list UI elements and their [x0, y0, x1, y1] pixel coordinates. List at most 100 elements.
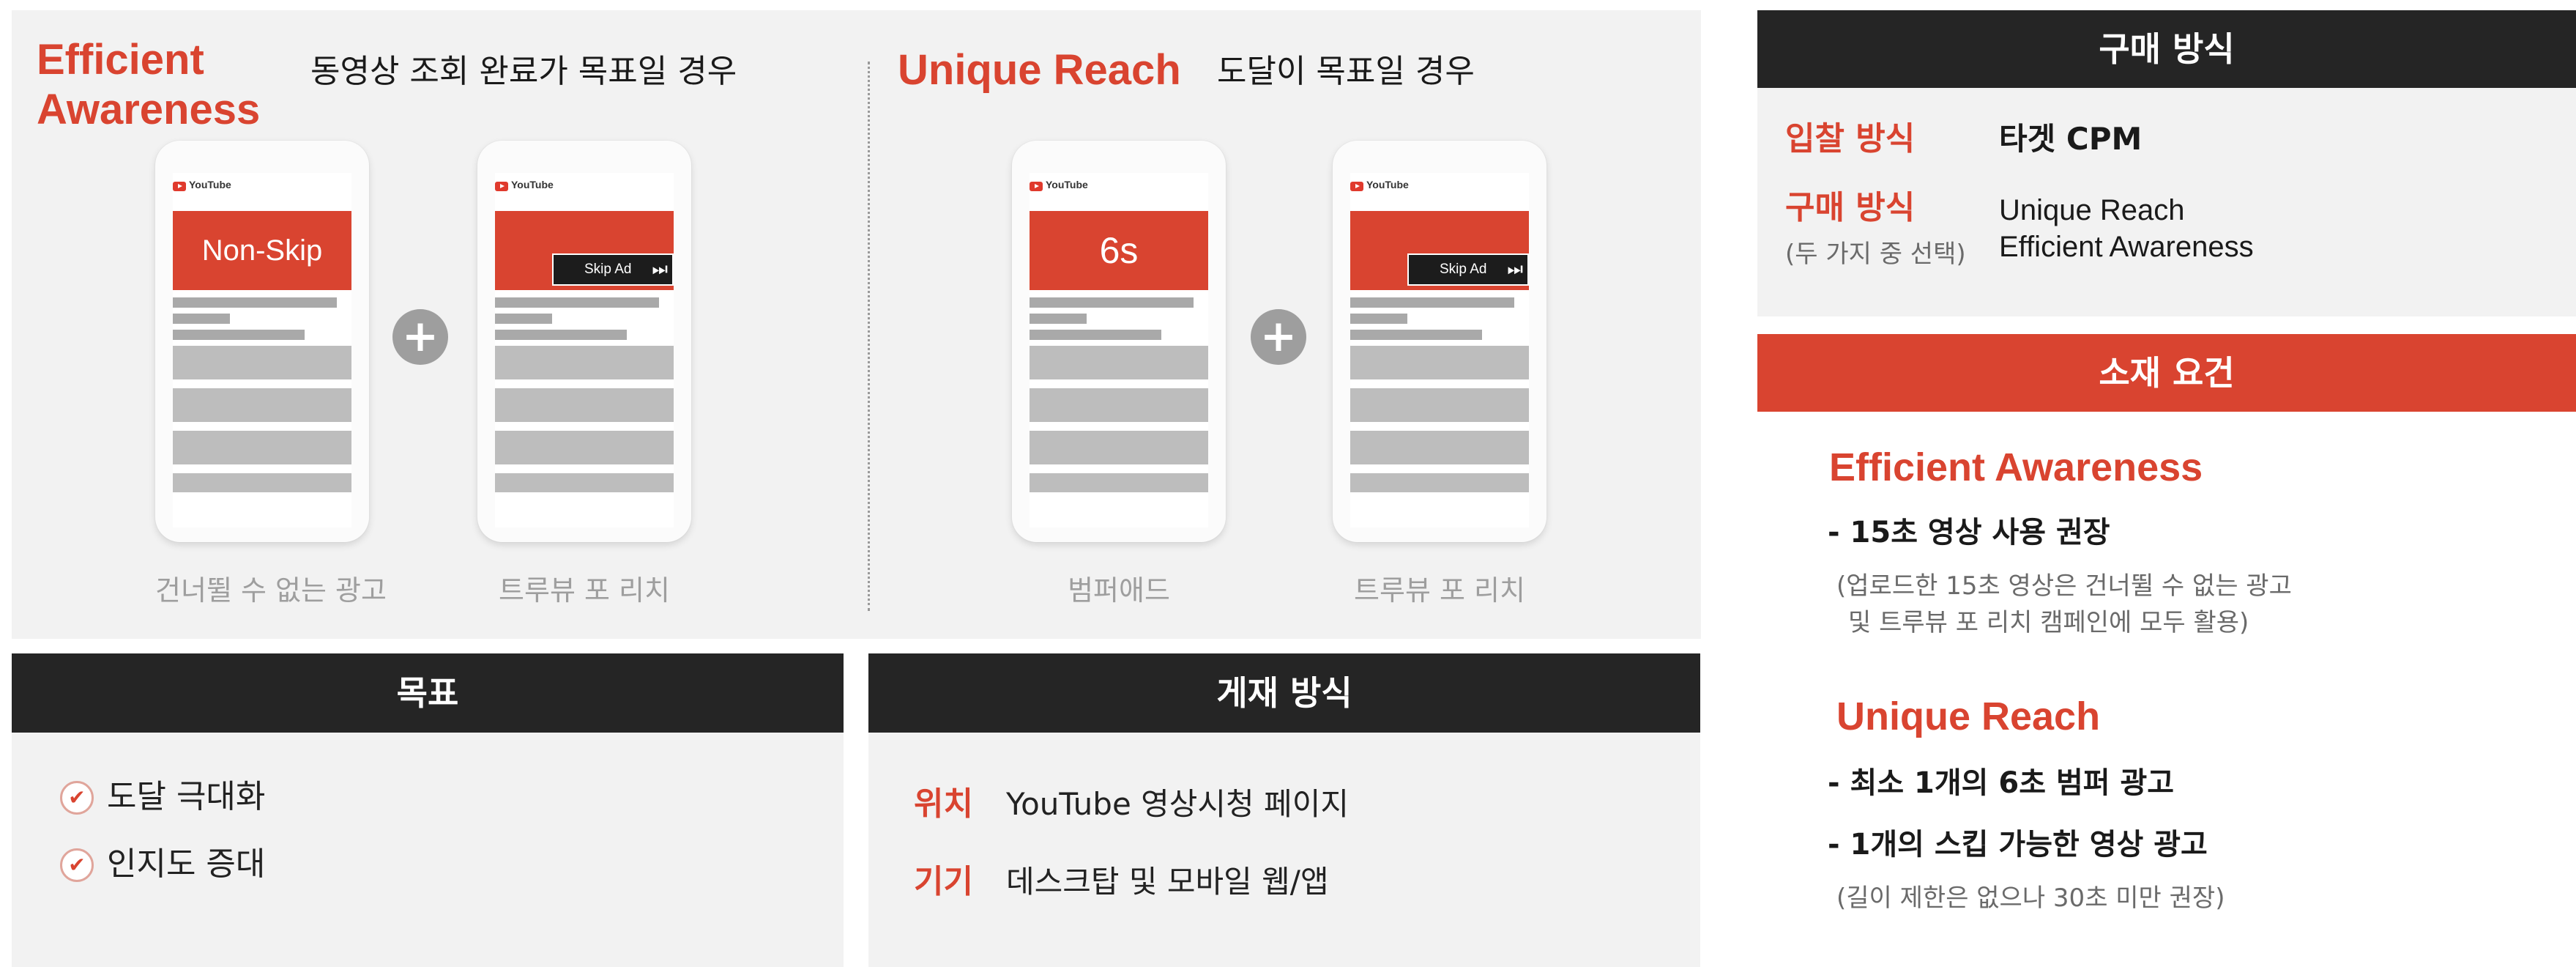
requirements-panel: Efficient Awareness - 15초 영상 사용 권장 (업로드한…: [1757, 412, 2576, 967]
content-block-placeholder: [495, 473, 674, 492]
check-circle-icon: ✔: [60, 848, 94, 882]
efficient-subtitle: 동영상 조회 완료가 목표일 경우: [310, 53, 737, 90]
unique-reach-subtitle: 도달이 목표일 경우: [1217, 53, 1475, 90]
goal-item-reach: 도달 극대화: [107, 778, 266, 815]
text-line-placeholder: [173, 314, 230, 324]
content-block-placeholder: [173, 346, 351, 379]
phone-screen: YouTube Non-Skip: [173, 173, 351, 527]
skip-ad-button: Skip Ad ⏭: [552, 253, 674, 286]
buy-option-efficient-awareness: Efficient Awareness: [1999, 231, 2254, 263]
req-unique-item-bumper: - 최소 1개의 6초 범퍼 광고: [1828, 766, 2175, 800]
text-line-placeholder: [1350, 314, 1407, 324]
phone-mockup-trueview-for-reach: YouTube Skip Ad ⏭: [1333, 141, 1546, 542]
content-block-placeholder: [1030, 473, 1208, 492]
video-player: Skip Ad ⏭: [495, 211, 674, 290]
youtube-logo-icon: [1030, 182, 1043, 191]
text-line-placeholder: [173, 297, 337, 308]
content-block-placeholder: [1350, 431, 1529, 464]
text-line-placeholder: [1350, 297, 1514, 308]
phone-mockup-trueview-for-reach: YouTube Skip Ad ⏭: [477, 141, 691, 542]
efficient-awareness-title: Efficient Awareness: [37, 35, 260, 135]
req-efficient-item: - 15초 영상 사용 권장: [1828, 516, 2110, 549]
text-line-placeholder: [495, 330, 627, 340]
buy-option-unique-reach: Unique Reach: [1999, 194, 2185, 226]
content-block-placeholder: [1350, 346, 1529, 379]
skip-ad-button: Skip Ad ⏭: [1407, 253, 1529, 286]
req-unique-item-skippable: - 1개의 스킵 가능한 영상 광고: [1828, 828, 2208, 862]
requirements-header: 소재 요건: [1757, 334, 2576, 412]
youtube-wordmark: YouTube: [189, 179, 231, 190]
efficient-title-line2: Awareness: [37, 86, 261, 133]
video-player: Non-Skip: [173, 211, 351, 290]
req-efficient-note-line2: 및 트루뷰 포 리치 캠페인에 모두 활용): [1848, 608, 2249, 637]
req-unique-title: Unique Reach: [1836, 694, 2101, 738]
video-player: Skip Ad ⏭: [1350, 211, 1529, 290]
skip-ad-label: Skip Ad: [584, 262, 632, 277]
text-line-placeholder: [1030, 314, 1087, 324]
text-line-placeholder: [1030, 330, 1161, 340]
youtube-wordmark: YouTube: [511, 179, 554, 190]
goal-panel: ✔ 도달 극대화 ✔ 인지도 증대: [12, 733, 844, 967]
plus-icon: +: [1251, 309, 1306, 365]
placement-location-value: YouTube 영상시청 페이지: [1006, 786, 1349, 822]
non-skip-label: Non-Skip: [201, 234, 323, 267]
phone-screen: YouTube 6s: [1030, 173, 1208, 527]
content-block-placeholder: [495, 431, 674, 464]
placement-device-value: 데스크탑 및 모바일 웹/앱: [1006, 864, 1329, 900]
content-block-placeholder: [1350, 473, 1529, 492]
placement-panel: 위치 YouTube 영상시청 페이지 기기 데스크탑 및 모바일 웹/앱: [868, 733, 1700, 967]
skip-ad-label: Skip Ad: [1440, 262, 1487, 277]
req-efficient-note-line1: (업로드한 15초 영상은 건너뛸 수 없는 광고: [1836, 571, 2292, 601]
six-second-label: 6s: [1099, 230, 1139, 271]
youtube-wordmark: YouTube: [1366, 179, 1409, 190]
video-player: 6s: [1030, 211, 1208, 290]
content-block-placeholder: [1350, 388, 1529, 422]
text-line-placeholder: [1350, 330, 1482, 340]
text-line-placeholder: [1030, 297, 1194, 308]
plus-icon: +: [392, 309, 448, 365]
text-line-placeholder: [173, 330, 305, 340]
caption-trueview-for-reach-2: 트루뷰 포 리치: [1354, 574, 1525, 607]
bid-method-value: 타겟 CPM: [1999, 121, 2143, 157]
placement-location-label: 위치: [914, 785, 973, 823]
goal-header: 목표: [12, 653, 844, 733]
req-unique-note: (길이 제한은 없으나 30초 미만 권장): [1836, 883, 2225, 913]
content-block-placeholder: [495, 388, 674, 422]
phone-mockup-bumper-ad: YouTube 6s: [1012, 141, 1226, 542]
bid-method-label: 입찰 방식: [1785, 120, 1916, 158]
caption-trueview-for-reach-1: 트루뷰 포 리치: [499, 574, 670, 607]
content-block-placeholder: [1030, 388, 1208, 422]
goal-item-awareness: 인지도 증대: [107, 845, 266, 883]
purchase-panel: 입찰 방식 타겟 CPM 구매 방식 (두 가지 중 선택) Unique Re…: [1757, 88, 2576, 316]
efficient-title-line1: Efficient: [37, 36, 204, 84]
phone-screen: YouTube Skip Ad ⏭: [495, 173, 674, 527]
skip-next-icon: ⏭: [652, 259, 668, 279]
youtube-logo-icon: [1350, 182, 1363, 191]
ad-format-comparison-panel: Efficient Awareness 동영상 조회 완료가 목표일 경우 Yo…: [12, 10, 1701, 639]
youtube-logo-icon: [173, 182, 186, 191]
content-block-placeholder: [1030, 431, 1208, 464]
content-block-placeholder: [173, 431, 351, 464]
text-line-placeholder: [495, 314, 552, 324]
unique-reach-title: Unique Reach: [898, 46, 1181, 94]
check-circle-icon: ✔: [60, 781, 94, 815]
content-block-placeholder: [173, 388, 351, 422]
buy-method-note: (두 가지 중 선택): [1785, 240, 1966, 269]
content-block-placeholder: [173, 473, 351, 492]
content-block-placeholder: [495, 346, 674, 379]
content-block-placeholder: [1030, 346, 1208, 379]
buy-method-label: 구매 방식: [1785, 189, 1916, 226]
youtube-wordmark: YouTube: [1046, 179, 1088, 190]
phone-screen: YouTube Skip Ad ⏭: [1350, 173, 1529, 527]
placement-header: 게재 방식: [868, 653, 1700, 733]
section-divider: [868, 62, 870, 611]
purchase-header: 구매 방식: [1757, 10, 2576, 88]
skip-next-icon: ⏭: [1507, 259, 1523, 279]
text-line-placeholder: [495, 297, 659, 308]
req-efficient-title: Efficient Awareness: [1829, 445, 2203, 489]
placement-device-label: 기기: [914, 863, 973, 900]
caption-bumper-ad: 범퍼애드: [1068, 574, 1170, 607]
phone-mockup-non-skip: YouTube Non-Skip: [155, 141, 369, 542]
youtube-logo-icon: [495, 182, 508, 191]
caption-non-skip: 건너뛸 수 없는 광고: [155, 574, 387, 607]
